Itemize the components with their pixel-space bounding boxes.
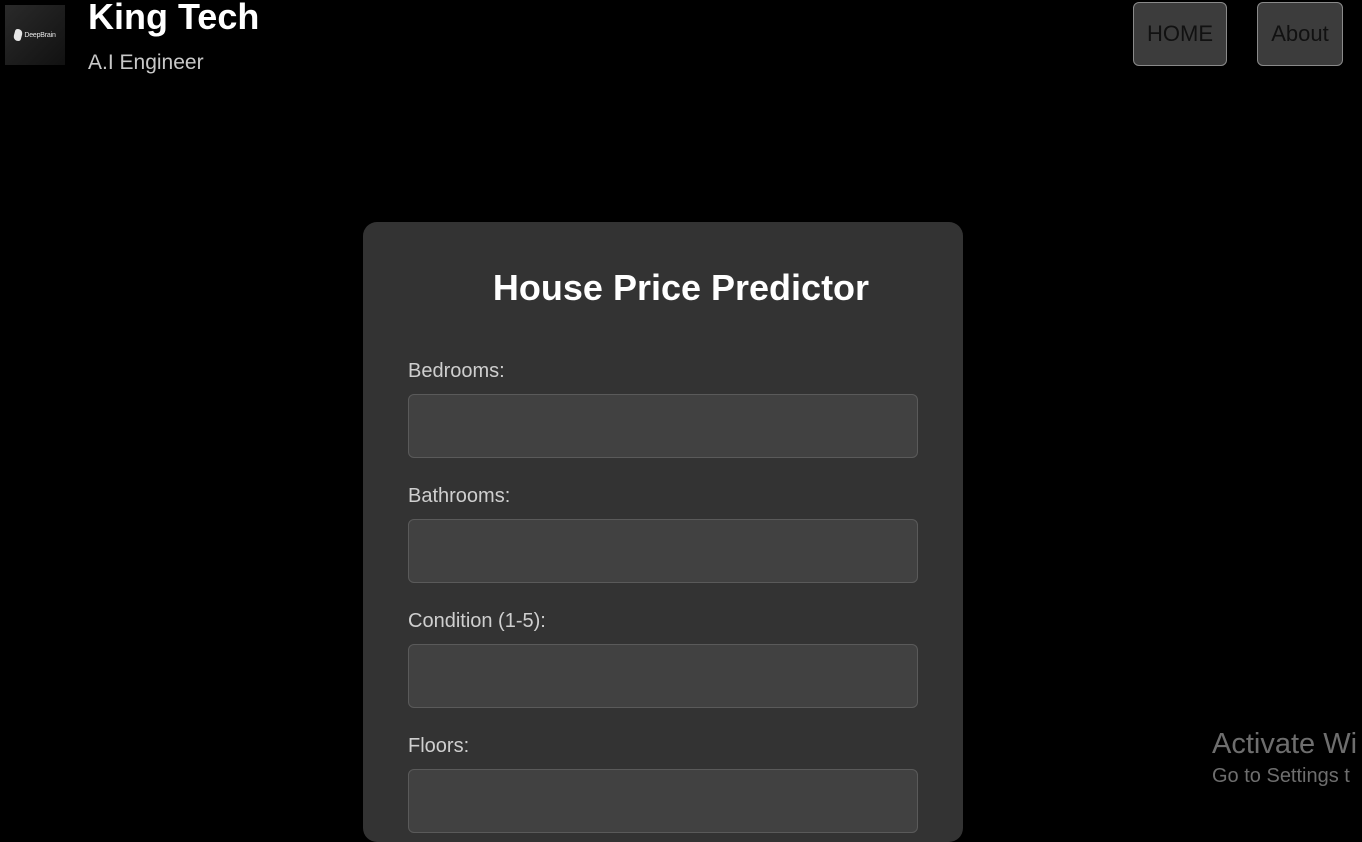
bedrooms-label: Bedrooms: bbox=[408, 360, 505, 382]
condition-input[interactable] bbox=[408, 644, 918, 708]
floors-input[interactable] bbox=[408, 769, 918, 833]
home-button[interactable]: HOME bbox=[1133, 2, 1227, 66]
deepbrain-logo[interactable]: DeepBrain bbox=[5, 5, 65, 65]
brain-leaf-icon bbox=[12, 29, 24, 41]
logo-text: DeepBrain bbox=[24, 31, 56, 39]
site-subtitle: A.I Engineer bbox=[88, 51, 204, 74]
bedrooms-input[interactable] bbox=[408, 394, 918, 458]
about-button[interactable]: About bbox=[1257, 2, 1343, 66]
floors-label: Floors: bbox=[408, 735, 470, 757]
condition-label: Condition (1-5): bbox=[408, 610, 546, 632]
bathrooms-label: Bathrooms: bbox=[408, 485, 511, 507]
bathrooms-input[interactable] bbox=[408, 519, 918, 583]
form-title: House Price Predictor bbox=[492, 267, 870, 308]
activate-windows-subtitle: Go to Settings t bbox=[1212, 765, 1350, 787]
site-title: King Tech bbox=[88, 0, 260, 37]
activate-windows-title: Activate Wi bbox=[1212, 728, 1358, 760]
